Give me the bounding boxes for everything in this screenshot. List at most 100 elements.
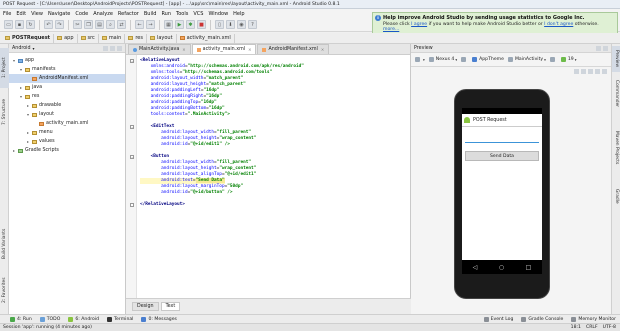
save-icon[interactable]: ▪ — [15, 20, 24, 29]
zoom-actual-icon[interactable] — [595, 69, 600, 74]
tab-androidmanifest-xml[interactable]: AndroidManifest.xml ✕ — [257, 44, 330, 54]
redo-icon[interactable]: ↷ — [55, 20, 64, 29]
tool-messages[interactable]: 0: Messages — [141, 316, 177, 322]
menu-navigate[interactable]: Navigate — [48, 11, 70, 17]
tree-node[interactable]: ▾ res — [9, 92, 125, 101]
fold-marker-icon[interactable]: − — [130, 125, 134, 129]
menu-window[interactable]: Window — [208, 11, 228, 17]
menu-vcs[interactable]: VCS — [193, 11, 203, 17]
breadcrumb-src[interactable]: src — [78, 33, 99, 43]
tab-gradle[interactable]: Gradle — [612, 182, 620, 210]
tool-todo[interactable]: TODO — [39, 316, 60, 322]
fold-marker-icon[interactable]: − — [130, 59, 134, 63]
tool-gradle-console[interactable]: Gradle Console — [521, 316, 563, 322]
tree-node[interactable]: ▸ drawable — [9, 101, 125, 110]
more-link[interactable]: more... — [383, 27, 399, 32]
tool-run[interactable]: 4: Run — [10, 316, 32, 322]
menu-edit[interactable]: Edit — [16, 11, 26, 17]
refresh-icon[interactable] — [602, 69, 607, 74]
back-icon[interactable]: ← — [135, 20, 144, 29]
gear-icon[interactable] — [117, 45, 122, 51]
menu-refactor[interactable]: Refactor — [118, 11, 139, 17]
sdk-manager-icon[interactable]: ⬇ — [226, 20, 235, 29]
chevron-down-icon[interactable]: ▾ — [33, 46, 35, 51]
theme-selector[interactable]: AppTheme — [472, 57, 504, 62]
breadcrumb-file[interactable]: activity_main.xml — [177, 33, 235, 43]
tree-node[interactable]: ▸ java — [9, 83, 125, 92]
tab-structure[interactable]: 7: Structure — [0, 92, 9, 132]
menu-analyze[interactable]: Analyze — [93, 11, 113, 17]
menu-build[interactable]: Build — [144, 11, 157, 17]
menu-file[interactable]: File — [3, 11, 11, 17]
tree-node[interactable]: ▸ menu — [9, 128, 125, 137]
breadcrumb-project[interactable]: POSTRequest — [2, 33, 55, 43]
project-view-selector[interactable]: Android — [12, 46, 31, 51]
tree-node[interactable]: AndroidManifest.xml — [9, 74, 125, 83]
tree-node[interactable]: ▾ layout — [9, 110, 125, 119]
line-separator[interactable]: CRLF — [586, 325, 598, 330]
close-icon[interactable]: ✕ — [182, 47, 185, 52]
preview-send-data-button[interactable]: Send Data — [465, 151, 539, 161]
help-icon[interactable]: ? — [248, 20, 257, 29]
api-selector[interactable]: 19 ▾ — [560, 57, 577, 62]
run-icon[interactable]: ▶ — [175, 20, 184, 29]
tool-memory-monitor[interactable]: Memory Monitor — [571, 316, 616, 322]
tab-favorites[interactable]: 2: Favorites — [0, 270, 9, 310]
locale-selector[interactable] — [549, 57, 557, 62]
tab-build-variants[interactable]: Build Variants — [0, 222, 9, 266]
tab-preview[interactable]: Preview — [612, 46, 620, 72]
tree-node[interactable]: ▾ manifests — [9, 65, 125, 74]
tool-event-log[interactable]: Event Log — [483, 316, 513, 322]
sync-icon[interactable] — [103, 45, 108, 51]
tree-node[interactable]: activity_main.xml — [9, 119, 125, 128]
menu-tools[interactable]: Tools — [176, 11, 188, 17]
fold-marker-icon[interactable]: − — [130, 155, 134, 159]
monitor-icon[interactable]: ◉ — [237, 20, 246, 29]
layout-file-selector[interactable]: ▾ — [415, 57, 425, 62]
breadcrumb-app[interactable]: app — [54, 33, 78, 43]
file-encoding[interactable]: UTF-8 — [603, 325, 616, 330]
menu-run[interactable]: Run — [161, 11, 171, 17]
stop-icon[interactable]: ■ — [197, 20, 206, 29]
open-folder-icon[interactable]: ▭ — [4, 20, 13, 29]
activity-selector[interactable]: MainActivity ▾ — [507, 57, 546, 62]
tab-commander[interactable]: Commander — [612, 74, 620, 114]
breadcrumb-main[interactable]: main — [99, 33, 126, 43]
copy-icon[interactable]: ❐ — [84, 20, 93, 29]
caret-position[interactable]: 18:1 — [571, 325, 581, 330]
tree-node[interactable]: ▸ values — [9, 137, 125, 146]
hide-icon[interactable] — [603, 45, 608, 51]
menu-code[interactable]: Code — [75, 11, 88, 17]
agree-link[interactable]: I agree — [411, 22, 427, 27]
tab-text[interactable]: Text — [160, 302, 181, 311]
menu-view[interactable]: View — [31, 11, 43, 17]
gear-icon[interactable] — [596, 45, 601, 51]
disagree-link[interactable]: I don't agree — [544, 22, 573, 27]
preview-edit-text[interactable] — [465, 134, 539, 143]
tab-mainactivity-java[interactable]: MainActivity.java ✕ — [128, 44, 191, 54]
breadcrumb-layout[interactable]: layout — [147, 33, 177, 43]
zoom-fit-icon[interactable] — [574, 69, 579, 74]
make-project-icon[interactable]: ▦ — [164, 20, 173, 29]
tree-node[interactable]: ▸ Gradle Scripts — [9, 146, 125, 155]
close-icon[interactable]: ✕ — [321, 47, 324, 52]
tool-android[interactable]: 6: Android — [68, 316, 99, 322]
paste-icon[interactable]: ▤ — [95, 20, 104, 29]
zoom-out-icon[interactable] — [588, 69, 593, 74]
breadcrumb-res[interactable]: res — [125, 33, 147, 43]
tab-activity-main-xml[interactable]: activity_main.xml ✕ — [191, 44, 257, 54]
orientation-selector[interactable] — [461, 57, 468, 62]
device-selector[interactable]: Nexus 4 ▾ — [428, 57, 457, 62]
undo-icon[interactable]: ↶ — [44, 20, 53, 29]
tab-design[interactable]: Design — [132, 302, 159, 311]
tree-node[interactable]: ▾ app — [9, 56, 125, 65]
close-icon[interactable]: ✕ — [248, 47, 251, 52]
tool-terminal[interactable]: Terminal — [107, 316, 133, 322]
avd-manager-icon[interactable]: ▯ — [215, 20, 224, 29]
menu-help[interactable]: Help — [233, 11, 244, 17]
sync-icon[interactable]: ↻ — [26, 20, 35, 29]
cut-icon[interactable]: ✂ — [73, 20, 82, 29]
tab-maven-projects[interactable]: Maven Projects — [612, 120, 620, 176]
replace-icon[interactable]: ⇄ — [117, 20, 126, 29]
tab-project[interactable]: 1: Project — [0, 48, 9, 88]
